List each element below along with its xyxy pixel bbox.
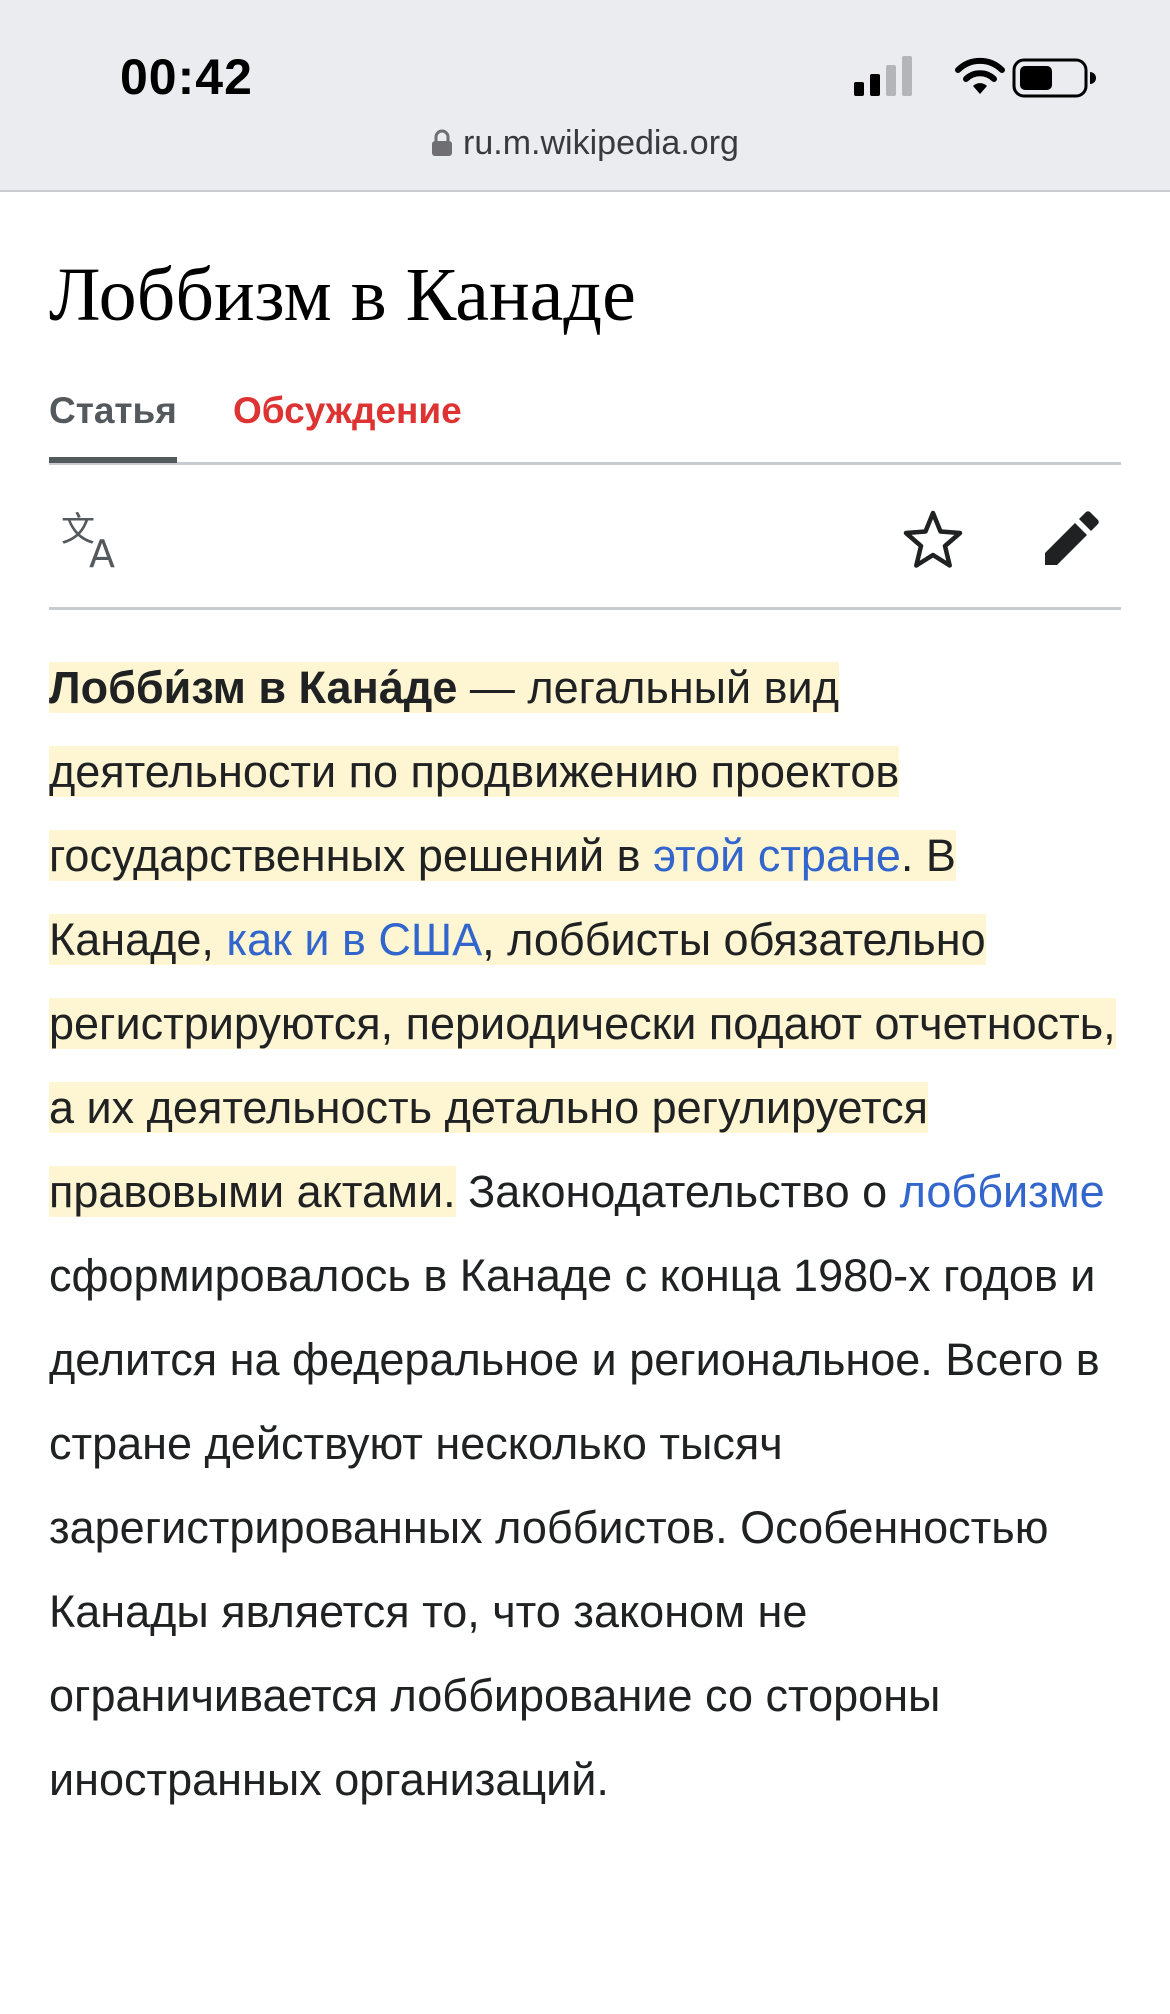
- browser-status-bar: 00:42 ru.m.wikipedia.org: [0, 0, 1170, 192]
- page-title: Лоббизм в Канаде: [49, 253, 636, 337]
- tab-talk[interactable]: Обсуждение: [233, 390, 462, 432]
- url-text: ru.m.wikipedia.org: [463, 124, 739, 162]
- link-lobbying[interactable]: лоббизме: [900, 1166, 1105, 1217]
- wifi-icon: [955, 57, 1005, 94]
- article-body: Лобби́зм в Кана́де — легальный вид деяте…: [49, 646, 1121, 1822]
- svg-text:A: A: [89, 532, 115, 569]
- page-tabs: Статья Обсуждение: [49, 390, 1121, 465]
- watch-star-icon[interactable]: [901, 509, 965, 571]
- link-this-country[interactable]: этой стране: [653, 830, 901, 881]
- body-text-2: сформировалось в Канаде с конца 1980-х г…: [49, 1249, 1100, 1805]
- language-translate-icon[interactable]: 文 A: [61, 509, 133, 569]
- page-actions-toolbar: 文 A: [49, 465, 1121, 610]
- battery-icon: [1012, 58, 1096, 98]
- highlighted-lead: Лобби́зм в Кана́де — легальный вид деяте…: [49, 661, 1116, 1217]
- link-like-usa[interactable]: как и в США: [226, 914, 482, 965]
- edit-pencil-icon[interactable]: [1039, 509, 1101, 571]
- article-term: Лобби́зм в Кана́де: [49, 661, 458, 713]
- tab-article[interactable]: Статья: [49, 390, 177, 463]
- cellular-signal-icon: [854, 56, 912, 96]
- body-text-1: Законодательство о: [455, 1165, 900, 1217]
- clock: 00:42: [120, 49, 253, 105]
- address-bar[interactable]: ru.m.wikipedia.org: [0, 124, 1170, 163]
- page-content: Лоббизм в Канаде Статья Обсуждение 文 A Л…: [49, 192, 1121, 1822]
- lock-icon: [432, 129, 453, 156]
